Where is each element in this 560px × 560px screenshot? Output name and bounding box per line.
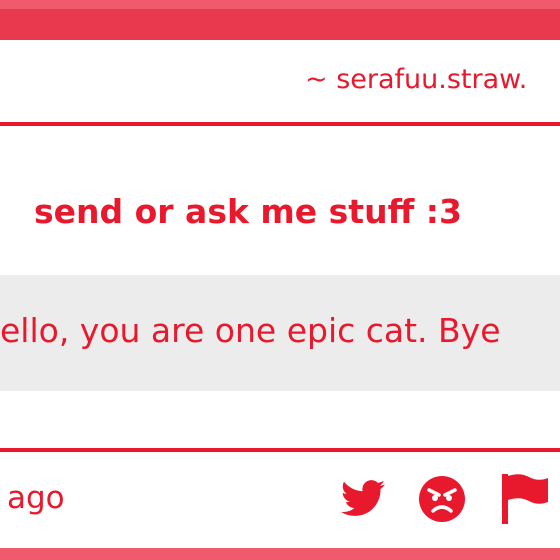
twitter-icon[interactable]	[338, 476, 388, 520]
top-band-highlight	[0, 0, 560, 9]
top-band	[0, 0, 560, 40]
profile-handle[interactable]: ~ serafuu.straw.	[305, 64, 527, 95]
header-divider	[0, 122, 560, 126]
footer: ago	[0, 452, 560, 548]
bottom-band	[0, 548, 560, 560]
prompt-title: send or ask me stuff :3	[34, 192, 462, 231]
angry-face-icon[interactable]	[418, 475, 466, 523]
timestamp: ago	[7, 480, 65, 516]
message-text: ello, you are one epic cat. Bye	[0, 311, 501, 350]
header-row: ~ serafuu.straw.	[0, 40, 560, 122]
message-box: ello, you are one epic cat. Bye	[0, 275, 560, 391]
flag-icon[interactable]	[500, 472, 550, 526]
